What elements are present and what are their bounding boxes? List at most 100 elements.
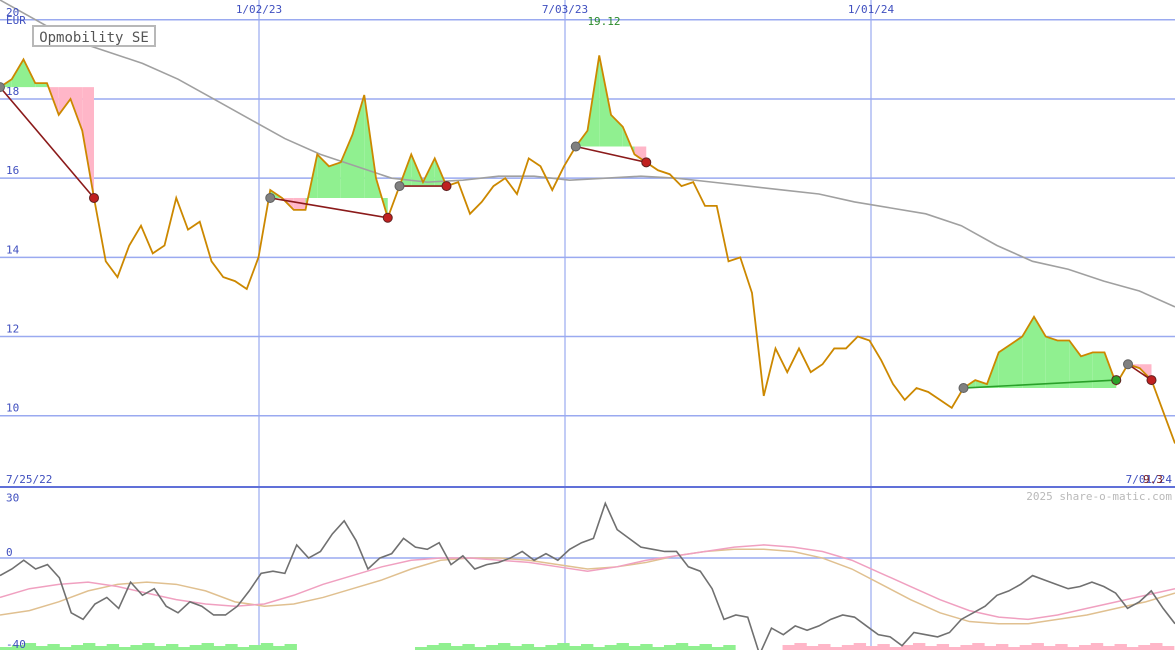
trade-entry-1 <box>265 192 276 203</box>
volume-bar-73 <box>1031 643 1044 650</box>
volume-bar-80 <box>1114 644 1127 650</box>
oscillator-lines <box>0 501 1175 650</box>
trade-fill-1-28 <box>329 162 341 198</box>
x-tick-label-3: 1/01/24 <box>848 3 895 16</box>
volume-bar-34 <box>521 644 535 650</box>
volume-bar-69 <box>984 646 997 650</box>
volume-bar-67 <box>960 645 973 650</box>
volume-bar-6 <box>71 645 84 650</box>
trade-fill-4-90 <box>1057 340 1070 389</box>
volume-bar-3 <box>35 646 48 650</box>
volume-bar-7 <box>82 643 96 650</box>
trade-entry-5 <box>1123 359 1133 370</box>
chart-title: Opmobility SE <box>32 25 156 47</box>
trade-exit-5 <box>1146 375 1157 386</box>
y-tick-label-18: 18 <box>6 85 19 98</box>
volume-bar-47 <box>675 643 689 650</box>
price-grid <box>0 0 1175 650</box>
volume-bar-64 <box>924 646 938 650</box>
volume-bar-48 <box>687 646 701 650</box>
volume-bar-83 <box>1150 643 1163 650</box>
volume-bar-57 <box>841 645 855 650</box>
volume-bar-23 <box>272 646 286 650</box>
volume-bar-65 <box>936 644 950 650</box>
currency-label: EUR <box>6 14 26 27</box>
price-trade-fills <box>0 55 1152 389</box>
volume-bar-16 <box>189 645 203 650</box>
volume-bar-32 <box>497 643 511 650</box>
trade-exit-1 <box>382 212 393 223</box>
volume-bar-36 <box>545 645 558 650</box>
volume-bar-4 <box>47 644 60 650</box>
oscillator-volume-bars <box>0 643 1175 650</box>
x-tick-label-0: 7/25/22 <box>6 473 52 486</box>
volume-bar-82 <box>1138 645 1151 650</box>
trade-exit-2 <box>441 181 452 192</box>
volume-bar-54 <box>806 646 819 650</box>
volume-bar-63 <box>912 643 926 650</box>
trade-entry-4 <box>958 383 969 394</box>
moving-average-path <box>0 0 1175 308</box>
volume-bar-19 <box>225 644 238 650</box>
volume-bar-33 <box>509 646 523 650</box>
trade-exit-3 <box>641 157 652 168</box>
volume-bar-42 <box>616 643 629 650</box>
volume-bar-58 <box>853 643 867 650</box>
stock-chart: 1012141618207/25/221/02/23 7/03/23 1/01/24… <box>0 0 1175 650</box>
volume-bar-77 <box>1078 645 1092 650</box>
volume-bar-51 <box>723 645 736 650</box>
volume-bar-38 <box>569 646 582 650</box>
volume-bar-28 <box>450 646 463 650</box>
volume-bar-31 <box>486 645 499 650</box>
y-tick-label-10: 10 <box>6 402 19 415</box>
last-value-label: 9.3 <box>1143 473 1163 486</box>
volume-bar-72 <box>1019 645 1033 650</box>
peak-value-label: 19.12 <box>587 15 620 28</box>
osc-tick-label-30: 30 <box>6 491 19 504</box>
volume-bar-60 <box>877 644 890 650</box>
volume-bar-13 <box>154 646 167 650</box>
trade-fill-4-92 <box>1081 352 1093 389</box>
volume-bar-41 <box>604 645 618 650</box>
volume-bar-12 <box>142 643 155 650</box>
trade-exit-0 <box>89 192 99 203</box>
trade-fill-1-30 <box>352 95 365 198</box>
y-tick-label-16: 16 <box>6 164 19 177</box>
volume-bar-74 <box>1043 646 1056 650</box>
trade-fill-1-29 <box>340 134 353 198</box>
y-tick-label-14: 14 <box>6 243 20 256</box>
volume-bar-9 <box>106 644 120 650</box>
volume-bar-46 <box>663 645 677 650</box>
volume-bar-53 <box>794 643 807 650</box>
trade-fill-4-89 <box>1045 336 1058 389</box>
osc-tick-label-0: 0 <box>6 546 13 559</box>
y-tick-label-12: 12 <box>6 323 19 336</box>
volume-bar-79 <box>1102 646 1116 650</box>
volume-bar-52 <box>782 645 795 650</box>
volume-bar-26 <box>426 645 440 650</box>
osc-tick-label--40: -40 <box>6 638 26 650</box>
x-tick-label-2: 7/03/23 <box>542 3 588 16</box>
trade-fill-4-93 <box>1092 352 1105 389</box>
volume-bar-59 <box>865 646 878 650</box>
volume-bar-14 <box>165 644 179 650</box>
volume-bar-55 <box>818 644 831 650</box>
trade-entry-0 <box>0 82 5 93</box>
trade-exit-4 <box>1111 375 1122 386</box>
volume-bar-78 <box>1090 643 1104 650</box>
osc-oscillator-path <box>0 501 1175 650</box>
trade-fill-3-51 <box>599 55 611 147</box>
volume-bar-18 <box>213 646 226 650</box>
price-axis-labels: 1012141618207/25/221/02/23 7/03/23 1/01/24… <box>6 3 1172 486</box>
volume-bar-70 <box>995 644 1009 650</box>
volume-bar-17 <box>201 643 214 650</box>
volume-bar-8 <box>94 646 108 650</box>
volume-bar-84 <box>1161 646 1175 650</box>
volume-bar-44 <box>640 644 653 650</box>
volume-bar-75 <box>1055 644 1068 650</box>
volume-bar-39 <box>580 644 594 650</box>
volume-bar-27 <box>438 643 452 650</box>
trade-entry-3 <box>570 141 581 152</box>
moving-average-line <box>0 0 1175 308</box>
watermark: 2025 share-o-matic.com <box>1026 490 1172 503</box>
